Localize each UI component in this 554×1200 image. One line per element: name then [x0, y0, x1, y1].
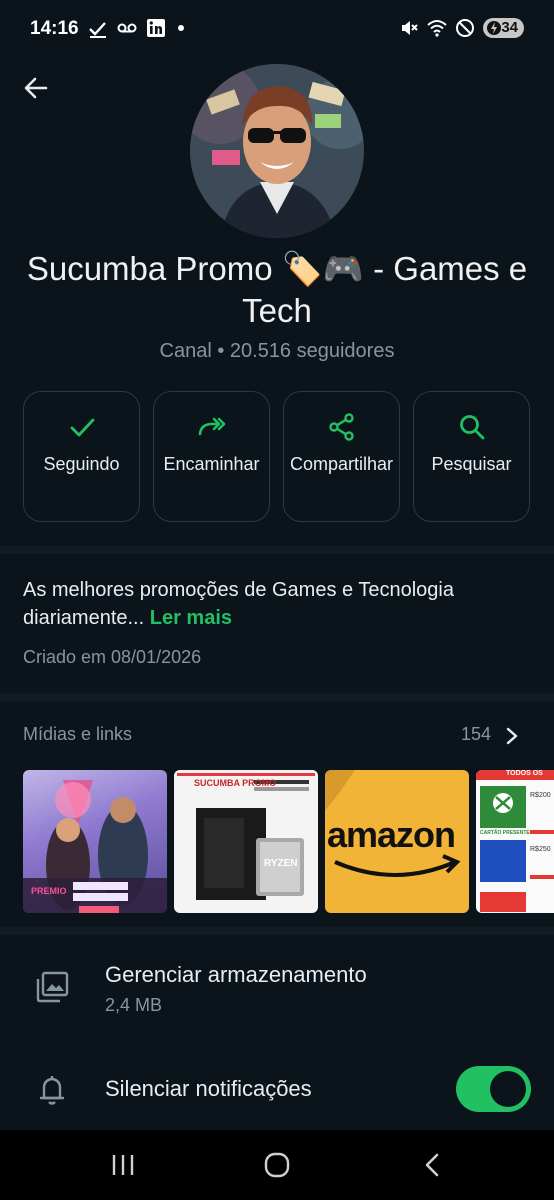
divider: [0, 693, 554, 701]
divider: [0, 546, 554, 554]
media-links-header[interactable]: Mídias e links 154: [23, 724, 531, 750]
description-text: As melhores promoções de Games e Tecnolo…: [23, 579, 454, 629]
created-date: Criado em 08/01/2026: [23, 647, 202, 667]
channel-description: As melhores promoções de Games e Tecnolo…: [23, 576, 533, 632]
divider: [0, 927, 554, 935]
thumb-caption: SUCUMBA PROMO: [194, 778, 277, 788]
thumb-chip-label: RYZEN: [264, 858, 298, 869]
toggle-knob: [490, 1071, 526, 1107]
manage-storage-title: Gerenciar armazenamento: [105, 962, 367, 987]
media-title: Mídias e links: [23, 724, 133, 744]
voicemail-icon: [117, 23, 137, 33]
channel-name: Sucumba Promo 🏷️🎮 - Games e Tech: [26, 250, 528, 329]
channel-followers: Canal • 20.516 seguidores: [159, 340, 395, 362]
wifi-icon: [427, 20, 447, 37]
media-thumb-gift-cards[interactable]: TODOS OS CARTÃO PRESENTE R$200 R$250: [476, 770, 554, 913]
media-thumbnails: PREMIO SUCUMBA PROMO RYZEN amazon TODOS …: [23, 770, 554, 913]
following-button[interactable]: Seguindo: [23, 391, 140, 522]
check-icon: [70, 418, 94, 437]
following-label: Seguindo: [43, 454, 120, 474]
thumb-image: [174, 770, 318, 900]
manage-storage-row[interactable]: Gerenciar armazenamento 2,4 MB: [0, 945, 554, 1040]
forward-icon: [198, 417, 225, 436]
media-count: 154: [460, 724, 491, 744]
thumb-caption: PREMIO: [31, 886, 67, 896]
thumb-tag-label: CARTÃO PRESENTE: [480, 830, 530, 836]
storage-size: 2,4 MB: [105, 995, 163, 1015]
mute-notifications-title: Silenciar notificações: [105, 1076, 312, 1101]
media-thumb-amazon[interactable]: amazon: [325, 770, 469, 913]
missed-call-check-icon: [89, 22, 106, 38]
muted-icon: [402, 21, 419, 35]
search-button[interactable]: Pesquisar: [413, 391, 530, 522]
forward-label: Encaminhar: [163, 454, 260, 474]
dot-icon: [178, 25, 184, 31]
search-icon: [459, 415, 484, 440]
arrow-left-icon: [24, 77, 48, 99]
search-label: Pesquisar: [431, 454, 512, 474]
back-button[interactable]: [18, 70, 54, 106]
bell-icon: [39, 1076, 65, 1105]
share-icon: [328, 413, 354, 441]
forward-button[interactable]: Encaminhar: [153, 391, 270, 522]
thumb-caption: TODOS OS: [506, 770, 543, 777]
channel-avatar[interactable]: [190, 64, 364, 238]
share-button[interactable]: Compartilhar: [283, 391, 400, 522]
media-thumb-gta[interactable]: PREMIO: [23, 770, 167, 913]
battery-charging-icon: [487, 21, 502, 35]
read-more-link[interactable]: Ler mais: [150, 607, 232, 629]
home-icon[interactable]: [262, 1150, 292, 1180]
status-time: 14:16: [30, 18, 79, 39]
system-nav-bar: [0, 1130, 554, 1200]
back-nav-icon[interactable]: [418, 1150, 448, 1180]
mute-notifications-toggle[interactable]: [456, 1066, 531, 1112]
recent-apps-icon[interactable]: [108, 1150, 138, 1180]
media-thumb-ryzen[interactable]: SUCUMBA PROMO RYZEN: [174, 770, 318, 913]
media-storage-icon: [36, 971, 69, 1003]
status-bar: 14:16 34: [0, 0, 554, 60]
thumb-price-2: R$250: [530, 846, 551, 853]
battery-level: 34: [501, 19, 518, 36]
linkedin-icon: [147, 19, 165, 37]
share-label: Compartilhar: [289, 454, 394, 474]
thumb-price-1: R$200: [530, 792, 551, 799]
avatar-image: [190, 64, 364, 238]
battery-indicator: 34: [483, 18, 524, 38]
do-not-disturb-icon: [456, 19, 475, 37]
chevron-right-icon: [506, 727, 518, 745]
thumb-caption: amazon: [327, 814, 456, 855]
action-buttons: Seguindo Encaminhar Compartilhar Pesquis…: [23, 391, 530, 522]
